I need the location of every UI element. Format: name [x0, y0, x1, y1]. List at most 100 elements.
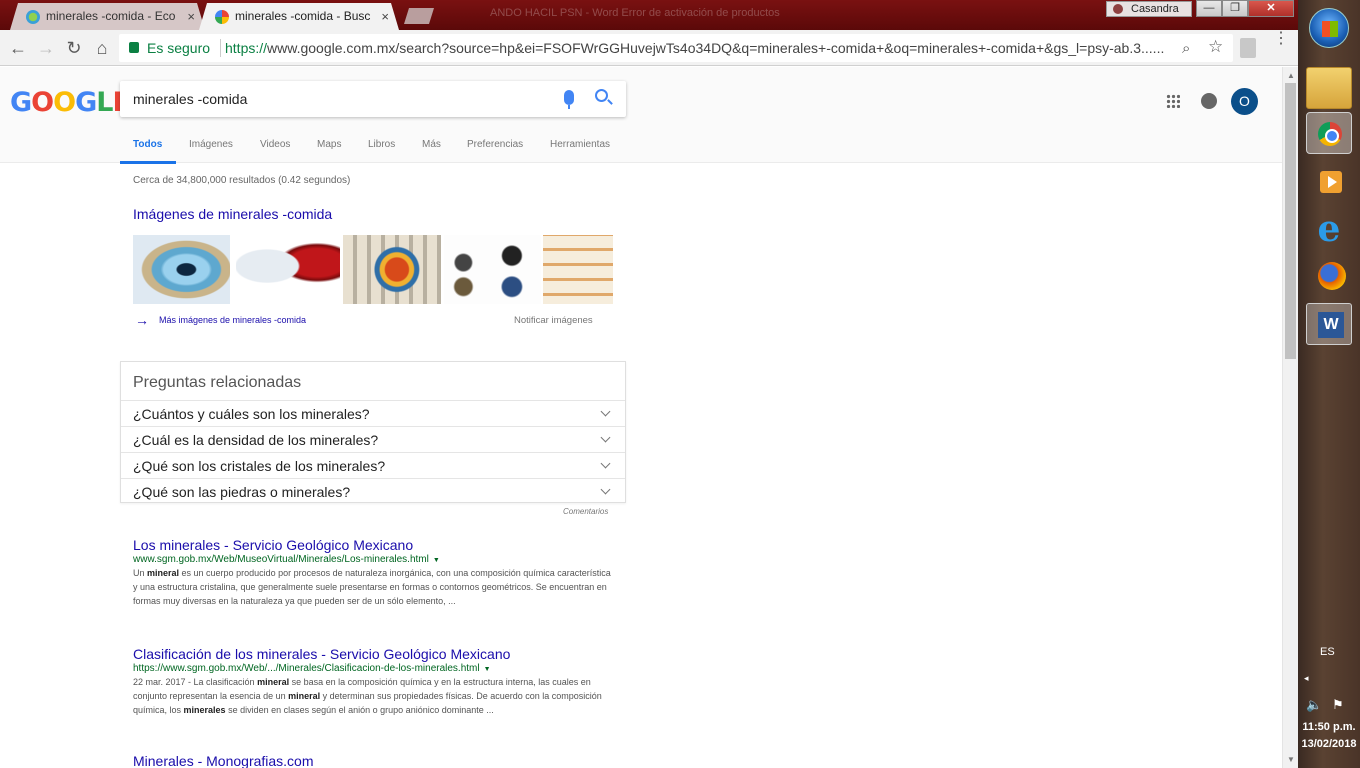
result-title-link[interactable]: Minerales - Monografias.com [133, 753, 613, 768]
more-images-link[interactable]: Más imágenes de minerales -comida [159, 315, 306, 325]
reload-icon[interactable]: ↻ [62, 36, 86, 60]
browser-tab-ecosia[interactable]: minerales -comida - Eco × [10, 3, 205, 30]
tab-maps[interactable]: Maps [317, 139, 341, 150]
tab-todos[interactable]: Todos [133, 139, 162, 150]
play-icon [1320, 171, 1342, 193]
chrome-icon[interactable] [1306, 112, 1352, 154]
file-explorer-icon[interactable] [1306, 67, 1352, 109]
search-query[interactable]: minerales -comida [133, 91, 247, 107]
paa-question[interactable]: ¿Cuántos y cuáles son los minerales? [121, 400, 625, 426]
microphone-stem [568, 105, 570, 109]
profile-button[interactable]: Casandra [1106, 1, 1192, 17]
google-header: GOOGLE minerales -comida O Todos Imágene… [0, 67, 1282, 164]
feedback-link[interactable]: Comentarios [563, 507, 608, 516]
clock[interactable]: 11:50 p.m. 13/02/2018 [1298, 719, 1360, 753]
bookmark-star-icon[interactable]: ☆ [1208, 37, 1223, 57]
firefox-logo [1318, 262, 1346, 290]
maximize-button[interactable]: ❐ [1222, 0, 1248, 17]
forward-arrow-icon[interactable]: → [34, 36, 58, 60]
snippet-text: 22 mar. 2017 - La clasificación [133, 677, 258, 687]
search-result: Minerales - Monografias.com [133, 753, 613, 768]
image-thumbnail[interactable] [236, 235, 340, 304]
close-tab-icon[interactable]: × [187, 3, 195, 30]
logo-letter: G [75, 87, 97, 118]
new-tab-button[interactable] [404, 8, 434, 24]
chevron-down-icon [600, 406, 611, 417]
address-bar[interactable]: Es seguro https://www.google.com.mx/sear… [119, 34, 1233, 62]
chrome-logo [1318, 122, 1342, 146]
close-window-button[interactable]: ✕ [1248, 0, 1294, 17]
pdf-extension-icon[interactable] [1240, 38, 1256, 58]
firefox-icon[interactable] [1306, 255, 1352, 297]
image-thumbnail[interactable] [543, 235, 613, 304]
caret-down-icon[interactable]: ▼ [484, 666, 491, 673]
secure-label[interactable]: Es seguro [147, 40, 210, 56]
image-thumbnail[interactable] [133, 235, 230, 304]
google-logo[interactable]: GOOGLE [10, 87, 131, 118]
media-player-icon[interactable] [1306, 161, 1352, 203]
speaker-icon[interactable]: 🔈 [1306, 697, 1322, 713]
paa-question-text: ¿Cuántos y cuáles son los minerales? [133, 406, 370, 422]
action-center-flag-icon[interactable]: ⚑ [1332, 697, 1344, 713]
logo-letter: L [96, 87, 113, 118]
page-scrollbar[interactable]: ▲ ▼ [1282, 67, 1298, 768]
chevron-down-icon [600, 484, 611, 495]
image-thumbnail[interactable] [444, 235, 541, 304]
images-heading-link[interactable]: Imágenes de minerales -comida [133, 206, 332, 222]
home-icon[interactable]: ⌂ [90, 36, 114, 60]
result-url-text: www.sgm.gob.mx/Web/MuseoVirtual/Minerale… [133, 554, 429, 565]
search-icon[interactable] [595, 89, 608, 102]
snippet-highlight: mineral [257, 677, 290, 687]
language-indicator[interactable]: ES [1320, 646, 1335, 658]
microphone-icon[interactable] [564, 90, 574, 105]
browser-title-bar: minerales -comida - Eco × minerales -com… [0, 0, 1298, 30]
scroll-thumb[interactable] [1285, 83, 1296, 359]
tab-title: minerales -comida - Busc [235, 9, 371, 23]
result-snippet: 22 mar. 2017 - La clasificación mineral … [133, 675, 613, 717]
paa-question[interactable]: ¿Qué son los cristales de los minerales? [121, 452, 625, 478]
word-icon[interactable]: W [1306, 303, 1352, 345]
image-thumbnail[interactable] [343, 235, 441, 304]
account-avatar[interactable]: O [1231, 88, 1258, 115]
result-stats: Cerca de 34,800,000 resultados (0.42 seg… [133, 175, 351, 186]
lock-icon [129, 42, 139, 53]
tab-imagenes[interactable]: Imágenes [189, 139, 233, 150]
paa-question-text: ¿Qué son los cristales de los minerales? [133, 458, 386, 474]
result-title-link[interactable]: Clasificación de los minerales - Servici… [133, 646, 613, 662]
paa-question[interactable]: ¿Qué son las piedras o minerales? [121, 478, 625, 504]
minimize-button[interactable]: — [1196, 0, 1222, 17]
close-tab-icon[interactable]: × [381, 3, 389, 30]
tab-herramientas[interactable]: Herramientas [550, 139, 610, 150]
back-arrow-icon[interactable]: ← [6, 36, 30, 60]
result-title-link[interactable]: Los minerales - Servicio Geológico Mexic… [133, 537, 613, 553]
report-images-link[interactable]: Notificar imágenes [514, 315, 593, 326]
tab-preferencias[interactable]: Preferencias [467, 139, 523, 150]
zoom-icon[interactable]: ⌕ [1182, 40, 1190, 57]
snippet-text: es un cuerpo producido por procesos de n… [133, 568, 611, 606]
search-input[interactable]: minerales -comida [120, 81, 626, 117]
browser-tab-google[interactable]: minerales -comida - Busc × [199, 3, 399, 30]
browser-menu-icon[interactable]: ⋮ [1273, 31, 1289, 47]
tab-mas[interactable]: Más [422, 139, 441, 150]
tab-videos[interactable]: Videos [260, 139, 290, 150]
scroll-up-icon[interactable]: ▲ [1287, 71, 1295, 80]
url-text[interactable]: https://www.google.com.mx/search?source=… [225, 40, 1175, 56]
url-separator [220, 39, 221, 57]
result-url-text: https://www.sgm.gob.mx/Web/.../Minerales… [133, 663, 480, 674]
ecosia-favicon-icon [26, 10, 40, 24]
logo-letter: G [10, 87, 32, 118]
tray-expand-icon[interactable]: ◂ [1304, 673, 1309, 684]
scroll-down-icon[interactable]: ▼ [1287, 755, 1295, 764]
logo-letter: O [31, 87, 54, 118]
people-also-ask-box: Preguntas relacionadas ¿Cuántos y cuáles… [120, 361, 626, 503]
tab-libros[interactable]: Libros [368, 139, 395, 150]
caret-down-icon[interactable]: ▼ [433, 557, 440, 564]
paa-question[interactable]: ¿Cuál es la densidad de los minerales? [121, 426, 625, 452]
internet-explorer-icon[interactable]: e [1306, 208, 1352, 250]
notifications-icon[interactable] [1201, 93, 1217, 109]
snippet-text: Un [133, 568, 148, 578]
windows-logo-icon [1322, 21, 1338, 37]
snippet-text: se dividen en clases según el anión o gr… [225, 705, 494, 715]
apps-grid-icon[interactable] [1166, 94, 1180, 108]
start-button[interactable] [1309, 8, 1349, 48]
